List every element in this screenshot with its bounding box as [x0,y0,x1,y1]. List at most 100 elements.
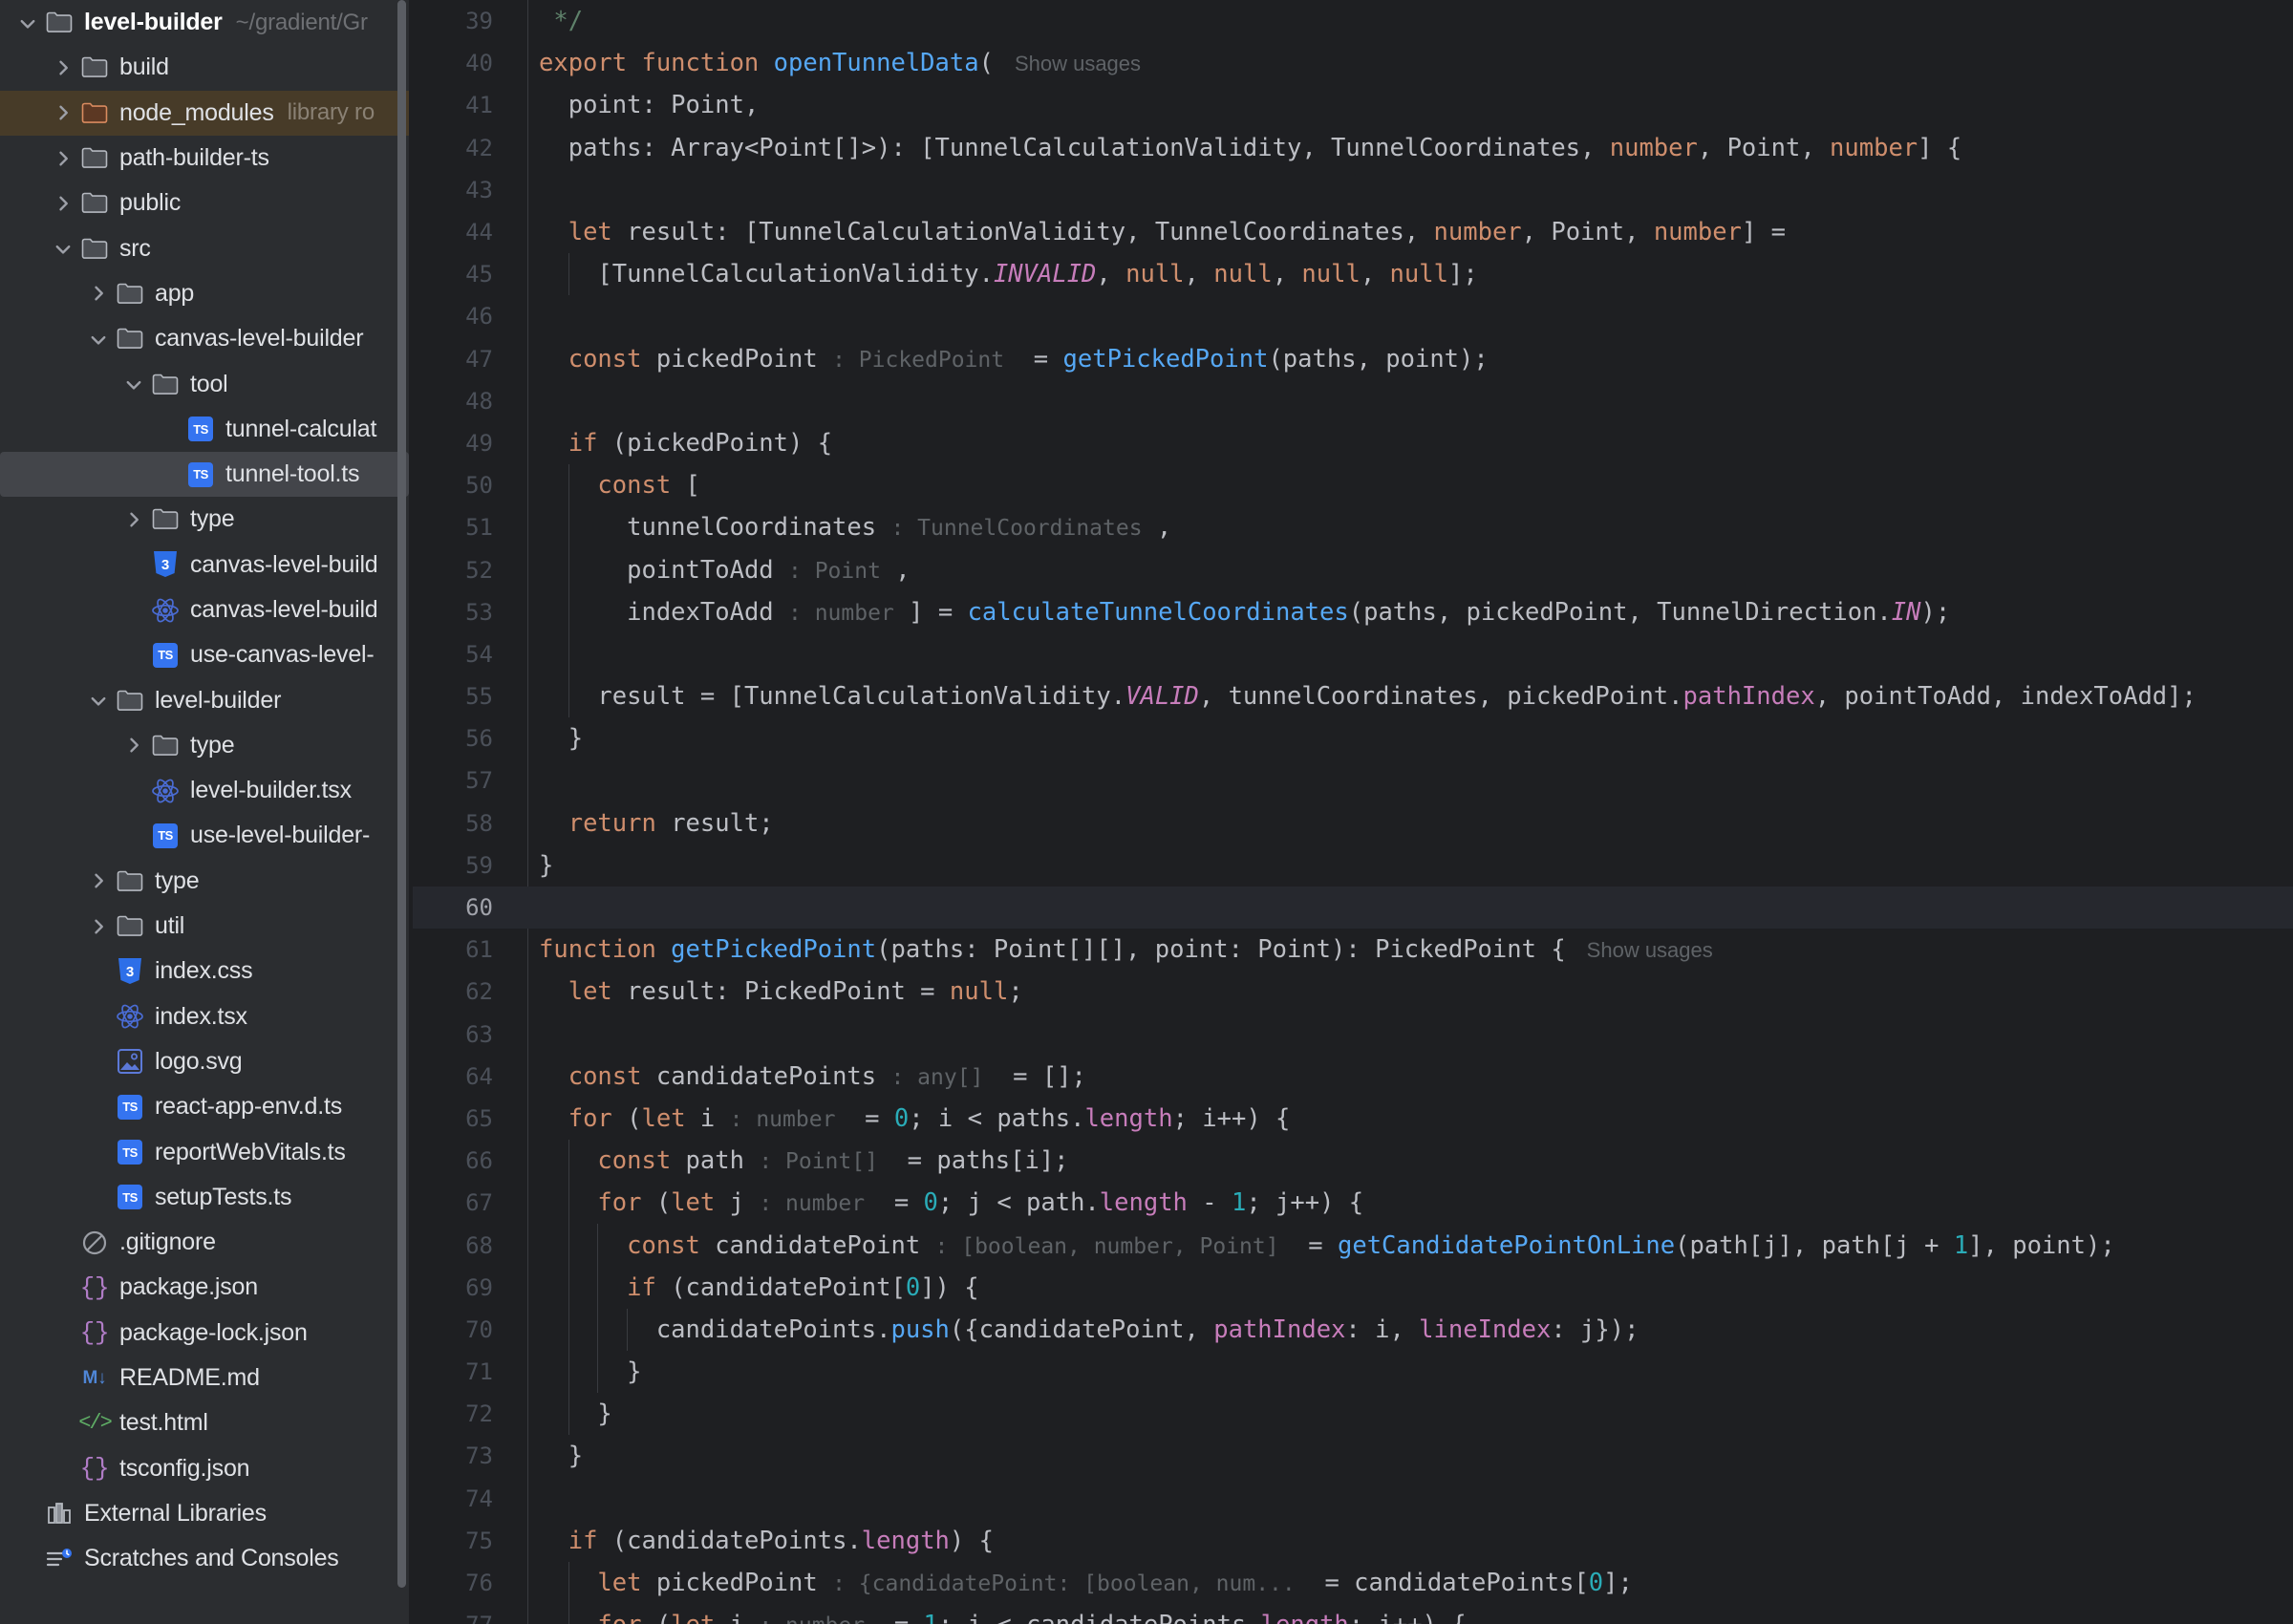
code-text[interactable]: for (let i : number = 1; i < candidatePo… [512,1611,1466,1624]
tree-item-build[interactable]: build [0,45,409,90]
code-text[interactable]: for (let i : number = 0; i < paths.lengt… [512,1104,1291,1133]
code-text[interactable]: const [ [512,471,699,500]
code-text[interactable]: let pickedPoint : {candidatePoint: [bool… [512,1569,1632,1597]
tree-item-react-app-env-d-ts[interactable]: TS react-app-env.d.ts [0,1084,409,1129]
code-line[interactable]: 48 [409,380,2293,422]
code-text[interactable]: if (pickedPoint) { [512,429,832,458]
code-text[interactable]: candidatePoints.push({candidatePoint, pa… [512,1315,1639,1344]
code-line[interactable]: 66 const path : Point[] = paths[i]; [409,1140,2293,1183]
tree-item-readme-md[interactable]: M↓ README.md [0,1356,409,1400]
tool-window-divider[interactable] [409,0,413,1624]
line-number[interactable]: 40 [409,50,512,76]
tree-item-type[interactable]: type [0,497,409,542]
line-number[interactable]: 49 [409,430,512,457]
line-number[interactable]: 57 [409,767,512,794]
line-number[interactable]: 73 [409,1442,512,1469]
line-number[interactable]: 55 [409,683,512,710]
code-text[interactable]: } [512,1400,611,1428]
code-line[interactable]: 41 point: Point, [409,84,2293,126]
line-number[interactable]: 61 [409,936,512,963]
line-number[interactable]: 47 [409,346,512,373]
tree-item-use-canvas-level[interactable]: TS use-canvas-level- [0,632,409,677]
code-line[interactable]: 54 [409,632,2293,675]
tree-item-node-modules[interactable]: node_modules library ro [0,90,409,136]
code-text[interactable]: return result; [512,809,774,838]
line-number[interactable]: 66 [409,1147,512,1174]
code-line[interactable]: 47 const pickedPoint : PickedPoint = get… [409,338,2293,380]
tree-item-canvas-level-build[interactable]: canvas-level-build [0,588,409,632]
code-line[interactable]: 57 [409,759,2293,801]
chevron-right-icon[interactable] [84,917,113,936]
chevron-right-icon[interactable] [84,284,113,303]
editor-code-area[interactable]: 39 */40 export function openTunnelData(Sh… [409,0,2293,1624]
line-number[interactable]: 70 [409,1316,512,1343]
chevron-down-icon[interactable] [13,13,42,32]
tree-item-path-builder-ts[interactable]: path-builder-ts [0,136,409,181]
chevron-right-icon[interactable] [119,510,148,529]
code-text[interactable]: pointToAdd : Point , [512,556,911,585]
show-usages-hint[interactable]: Show usages [1566,938,1713,962]
tree-item-type[interactable]: type [0,859,409,904]
tree-item-gitignore[interactable]: .gitignore [0,1220,409,1265]
code-line[interactable]: 59} [409,844,2293,887]
line-number[interactable]: 69 [409,1274,512,1301]
code-text[interactable]: const path : Point[] = paths[i]; [512,1146,1068,1175]
line-number[interactable]: 59 [409,852,512,879]
line-number[interactable]: 42 [409,135,512,161]
code-line[interactable]: 46 [409,295,2293,337]
code-text[interactable]: let result: [TunnelCalculationValidity, … [512,218,1786,246]
code-line[interactable]: 64 const candidatePoints : any[] = []; [409,1056,2293,1098]
line-number[interactable]: 71 [409,1358,512,1385]
tree-item-external-libraries[interactable]: External Libraries [0,1491,409,1536]
line-number[interactable]: 63 [409,1021,512,1048]
line-number[interactable]: 76 [409,1570,512,1596]
code-text[interactable]: function getPickedPoint(paths: Point[][]… [512,935,1713,964]
code-line[interactable]: 55 result = [TunnelCalculationValidity.V… [409,675,2293,718]
line-number[interactable]: 75 [409,1528,512,1554]
code-line[interactable]: 67 for (let j : number = 0; j < path.len… [409,1182,2293,1225]
code-text[interactable]: paths: Array<Point[]>): [TunnelCalculati… [512,134,1962,162]
tree-item-tunnel-tool-ts[interactable]: TS tunnel-tool.ts [0,451,409,498]
code-text[interactable]: } [512,1357,641,1386]
code-text[interactable]: const candidatePoints : any[] = []; [512,1062,1086,1091]
tree-item-tsconfig-json[interactable]: {} tsconfig.json [0,1446,409,1491]
code-text[interactable]: */ [512,7,583,35]
code-text[interactable]: point: Point, [512,91,760,119]
code-text[interactable]: const candidatePoint : [boolean, number,… [512,1231,2115,1260]
code-text[interactable]: } [512,724,583,753]
code-line[interactable]: 60 [409,886,2293,930]
code-text[interactable]: export function openTunnelData(Show usag… [512,49,1141,77]
code-line[interactable]: 51 tunnelCoordinates : TunnelCoordinates… [409,506,2293,549]
tree-item-index-tsx[interactable]: index.tsx [0,994,409,1039]
tree-item-canvas-level-build[interactable]: 3 canvas-level-build [0,543,409,588]
project-tree-scrollbar[interactable] [397,0,406,1588]
chevron-down-icon[interactable] [84,691,113,710]
code-text[interactable]: indexToAdd : number ] = calculateTunnelC… [512,598,1950,627]
code-line[interactable]: 52 pointToAdd : Point , [409,548,2293,591]
code-line[interactable]: 69 if (candidatePoint[0]) { [409,1266,2293,1309]
code-line[interactable]: 39 */ [409,0,2293,42]
tree-item-tunnel-calculat[interactable]: TS tunnel-calculat [0,407,409,452]
show-usages-hint[interactable]: Show usages [994,52,1141,75]
code-line[interactable]: 58 return result; [409,802,2293,844]
project-tree-list[interactable]: level-builder ~/gradient/Gr build node_modu… [0,0,409,1581]
line-number[interactable]: 53 [409,599,512,626]
line-number[interactable]: 48 [409,388,512,415]
code-text[interactable]: const pickedPoint : PickedPoint = getPic… [512,345,1489,374]
code-line[interactable]: 77 for (let i : number = 1; i < candidat… [409,1604,2293,1624]
tree-item-util[interactable]: util [0,904,409,949]
line-number[interactable]: 39 [409,8,512,34]
line-number[interactable]: 62 [409,978,512,1005]
line-number[interactable]: 64 [409,1063,512,1090]
code-line[interactable]: 50 const [ [409,464,2293,507]
tree-item-public[interactable]: public [0,181,409,225]
line-number[interactable]: 77 [409,1612,512,1624]
code-line[interactable]: 63 [409,1014,2293,1056]
code-line[interactable]: 49 if (pickedPoint) { [409,422,2293,464]
tree-item-package-json[interactable]: {} package.json [0,1265,409,1310]
line-number[interactable]: 52 [409,557,512,584]
tree-item-logo-svg[interactable]: logo.svg [0,1039,409,1084]
code-text[interactable]: } [512,1442,583,1470]
tree-item-src[interactable]: src [0,225,409,270]
tree-item-canvas-level-builder[interactable]: canvas-level-builder [0,316,409,361]
